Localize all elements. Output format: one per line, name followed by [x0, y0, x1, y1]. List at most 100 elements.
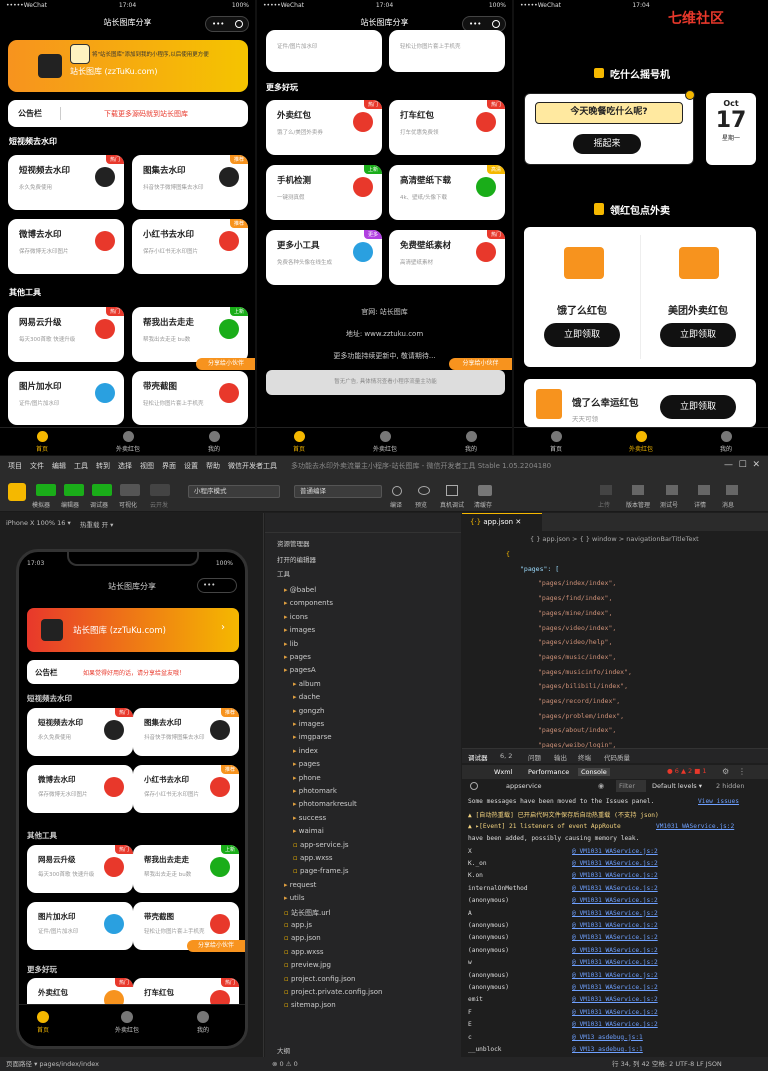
menu-item[interactable]: 项目 — [8, 462, 22, 470]
tool-card[interactable]: 手机检测 一键测真假 上新 — [266, 165, 382, 220]
file-tree-item[interactable]: ▫ preview.jpg — [284, 961, 331, 969]
file-tree-item[interactable]: ▸ images — [284, 626, 315, 634]
source-link[interactable]: @ VM1031 WAService.js:2 — [572, 947, 658, 954]
tool-card[interactable]: 图集去水印 抖音快手微博图集去水印 推荐 — [132, 155, 248, 210]
console-tab[interactable]: Performance — [528, 768, 569, 776]
levels-select[interactable]: Default levels ▾ — [652, 782, 702, 790]
issue-counts[interactable]: ● 6 ▲ 2 ■ 1 — [667, 767, 707, 775]
source-link[interactable]: @ VM1031 WAService.js:2 — [572, 848, 658, 855]
source-link[interactable]: VM1031 WAService.js:2 — [656, 823, 734, 830]
code-line[interactable]: "pages/about/index", — [538, 726, 616, 734]
source-link[interactable]: @ VM1031 WAService.js:2 — [572, 996, 658, 1003]
mode-select[interactable]: 小程序模式 — [188, 485, 280, 498]
capsule-menu[interactable]: ••• — [205, 16, 249, 32]
project-root[interactable]: 工具 — [277, 568, 290, 578]
share-button[interactable]: 分享给小伙伴 — [196, 358, 255, 370]
source-link[interactable]: @ VM1031 WAService.js:2 — [572, 897, 658, 904]
visual-toggle[interactable] — [120, 484, 140, 496]
tool-card[interactable]: 微博去水印 保存微博无水印图片 — [27, 765, 133, 813]
tool-card[interactable]: 帮我出去走走 帮我出去走走 bu数 上新 — [133, 845, 239, 893]
file-tree-item[interactable]: ▸ imgparse — [293, 733, 332, 741]
file-tree-item[interactable]: ▫ app.json — [284, 934, 321, 942]
file-tree-item[interactable]: ▫ project.private.config.json — [284, 988, 382, 996]
debugger-toggle[interactable] — [92, 484, 112, 496]
tool-card[interactable]: 图片加水印 证件/图片加水印 — [27, 902, 133, 950]
source-link[interactable]: View issues — [698, 798, 739, 805]
tool-card[interactable]: 微博去水印 保存微博无水印图片 — [8, 219, 124, 274]
tool-card[interactable]: 外卖红包 饿了么/美团外卖券 热门 — [266, 100, 382, 155]
context-select[interactable]: appservice — [506, 782, 542, 790]
filter-input[interactable]: Filter — [616, 780, 646, 792]
menu-item[interactable]: 编辑 — [52, 462, 66, 470]
source-link[interactable]: @ VM1031 WAService.js:2 — [572, 922, 658, 929]
outline-section[interactable]: 大纲 — [277, 1045, 290, 1055]
file-tree-item[interactable]: ▸ waimai — [293, 827, 324, 835]
tool-card[interactable]: 高清壁纸下载 4k、壁纸/头像下载 高清 — [389, 165, 505, 220]
tool-card[interactable]: 图集去水印 抖音快手微博图集去水印 推荐 — [133, 708, 239, 756]
breadcrumb[interactable]: { } app.json > { } window > navigationBa… — [530, 535, 699, 543]
tab-home[interactable]: 首页 — [37, 1011, 49, 1034]
window-controls[interactable]: — ☐ ✕ — [724, 460, 760, 470]
file-tree-item[interactable]: ▫ app.wxss — [284, 948, 324, 956]
source-link[interactable]: @ VM1031 WAService.js:2 — [572, 934, 658, 941]
tool-card[interactable]: 网易云升级 每天300首歌 快速升级 热门 — [27, 845, 133, 893]
footer-url[interactable]: 地址: www.zztuku.com — [257, 329, 512, 339]
compile-select[interactable]: 普通编译 — [294, 485, 382, 498]
code-line[interactable]: "pages/index/index", — [538, 579, 616, 587]
tab-waimai[interactable]: 外卖红包 — [611, 431, 671, 453]
debugger-tab[interactable]: 问题 — [528, 752, 541, 762]
avatar[interactable] — [8, 483, 26, 501]
menu-item[interactable]: 界面 — [162, 462, 176, 470]
notice-bar[interactable]: 公告栏 下载更多源码就到站长图库 — [8, 100, 248, 127]
file-tree-item[interactable]: ▸ @babel — [284, 586, 316, 594]
tool-card[interactable]: 打车红包 打车优惠免费领 热门 — [389, 100, 505, 155]
menu-item[interactable]: 帮助 — [206, 462, 220, 470]
refresh-icon[interactable] — [392, 486, 402, 496]
file-tree-item[interactable]: ▫ app.wxss — [293, 854, 333, 862]
claim-eleme-button[interactable]: 立即领取 — [544, 323, 620, 347]
tool-card[interactable]: 小红书去水印 保存小红书无水印图片 推荐 — [132, 219, 248, 274]
sim-notice[interactable]: 公告栏 如果觉得好用的话，请分享给盆友哦！ — [27, 660, 239, 684]
menu-item[interactable]: 转到 — [96, 462, 110, 470]
hot-reload-select[interactable]: 热重载 开 ▾ — [80, 519, 113, 529]
editor-tab[interactable]: {·} app.json ✕ — [462, 513, 542, 531]
tool-card[interactable]: 短视频去水印 永久免费使用 热门 — [27, 708, 133, 756]
share-button[interactable]: 分享给小伙伴 — [449, 358, 512, 370]
eye-icon[interactable]: ◉ — [598, 782, 604, 790]
tab-waimai[interactable]: 外卖红包 — [355, 431, 415, 453]
problem-counts[interactable]: ⊗ 0 ⚠ 0 — [272, 1057, 298, 1071]
menu-item[interactable]: 文件 — [30, 462, 44, 470]
page-path[interactable]: 页面路径 ▾ pages/index/index — [6, 1057, 99, 1071]
tab-waimai[interactable]: 外卖红包 — [115, 1011, 139, 1034]
claim-lucky-button[interactable]: 立即领取 — [660, 395, 736, 419]
settings-icon[interactable]: ⚙ — [722, 767, 729, 776]
file-tree-item[interactable]: ▸ request — [284, 881, 316, 889]
tool-card[interactable]: 小红书去水印 保存小红书无水印图片 推荐 — [133, 765, 239, 813]
file-tree-item[interactable]: ▸ utils — [284, 894, 304, 902]
claim-meituan-button[interactable]: 立即领取 — [660, 323, 736, 347]
close-icon[interactable] — [235, 20, 243, 28]
tool-card[interactable]: 证件/图片加水印 — [266, 30, 382, 72]
close-icon[interactable] — [492, 20, 500, 28]
file-tree-item[interactable]: ▸ phone — [293, 774, 321, 782]
console-tab[interactable]: Console — [578, 768, 610, 776]
code-line[interactable]: "pages/video/help", — [538, 638, 612, 646]
share-button[interactable]: 分享给小伙伴 — [187, 940, 245, 952]
tool-card[interactable]: 帮我出去走走 帮我出去走走 bu数 上新 — [132, 307, 248, 362]
file-tree-item[interactable]: ▸ index — [293, 747, 318, 755]
menu-item[interactable]: 设置 — [184, 462, 198, 470]
tool-card[interactable]: 网易云升级 每天300首歌 快速升级 热门 — [8, 307, 124, 362]
debugger-tab[interactable]: 终端 — [578, 752, 591, 762]
code-line[interactable]: { — [506, 550, 510, 558]
file-tree-item[interactable]: ▸ success — [293, 814, 326, 822]
file-tree-item[interactable]: ▸ pages — [293, 760, 320, 768]
file-tree-item[interactable]: ▸ images — [293, 720, 324, 728]
debugger-tab[interactable]: 输出 — [554, 752, 567, 762]
file-tree-item[interactable]: ▫ 站长图库.url — [284, 908, 330, 918]
tab-mine[interactable]: 我的 — [197, 1011, 209, 1034]
clear-console-icon[interactable] — [470, 782, 478, 790]
file-tree-item[interactable]: ▸ album — [293, 680, 321, 688]
file-tree-item[interactable]: ▸ photomark — [293, 787, 337, 795]
file-tree-item[interactable]: ▸ pagesA — [284, 666, 316, 674]
tab-home[interactable]: 首页 — [269, 431, 329, 453]
